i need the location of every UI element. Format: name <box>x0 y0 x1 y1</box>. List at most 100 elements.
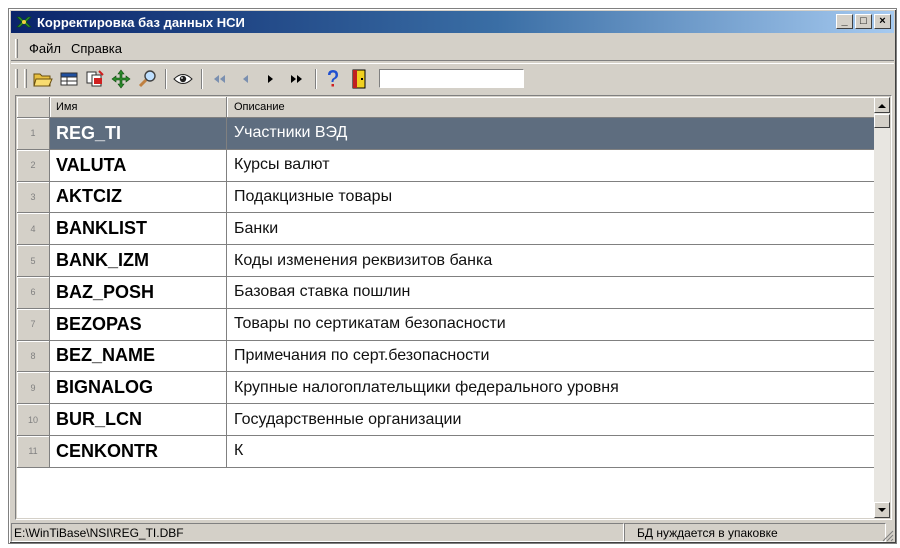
column-header-name[interactable]: Имя <box>50 97 227 118</box>
maximize-button[interactable]: □ <box>855 14 872 29</box>
cell-name[interactable]: VALUTA <box>50 149 227 182</box>
last-record-icon <box>291 74 302 83</box>
cell-description[interactable]: Крупные налогоплательщики федерального у… <box>227 372 874 405</box>
view-button[interactable] <box>171 68 195 90</box>
table-row[interactable]: 2 VALUTA Курсы валют <box>17 149 874 182</box>
table-row[interactable]: 3 AKTCIZ Подакцизные товары <box>17 181 874 214</box>
row-number[interactable]: 9 <box>17 372 50 405</box>
cell-name[interactable]: REG_TI <box>50 118 227 150</box>
window-title: Корректировка баз данных НСИ <box>37 14 245 30</box>
scroll-thumb[interactable] <box>874 114 890 128</box>
table-body: Имя Описание 1 REG_TI Участники ВЭД 2 VALUTA… <box>17 97 874 518</box>
help-icon <box>328 69 338 86</box>
cell-name[interactable]: BIGNALOG <box>50 372 227 405</box>
toolbar-search-input[interactable] <box>379 69 524 88</box>
copy-documents-icon <box>86 69 104 86</box>
cell-name[interactable]: BEZ_NAME <box>50 340 227 373</box>
help-button[interactable] <box>321 68 345 90</box>
table-row[interactable]: 6 BAZ_POSH Базовая ставка пошлин <box>17 277 874 309</box>
view-eye-icon <box>173 73 193 84</box>
row-number[interactable]: 2 <box>17 149 50 182</box>
cell-name[interactable]: AKTCIZ <box>50 181 227 214</box>
maximize-icon: □ <box>860 15 867 27</box>
scroll-down-button[interactable] <box>874 502 890 518</box>
toolbar-separator <box>315 68 317 89</box>
move-arrows-icon <box>111 69 131 88</box>
move-button[interactable] <box>109 68 133 90</box>
scroll-down-icon <box>878 507 886 512</box>
row-number[interactable]: 10 <box>17 404 50 436</box>
last-record-button[interactable] <box>285 68 309 90</box>
table-grid[interactable]: Имя Описание 1 REG_TI Участники ВЭД 2 VALUTA… <box>15 95 892 520</box>
row-number[interactable]: 11 <box>17 436 50 468</box>
toolbar-separator <box>165 68 167 89</box>
copy-documents-button[interactable] <box>83 68 107 90</box>
header-indicator-cell <box>17 97 50 118</box>
table-row[interactable]: 1 REG_TI Участники ВЭД <box>17 118 874 150</box>
cell-name[interactable]: BUR_LCN <box>50 404 227 436</box>
close-icon: × <box>879 15 886 27</box>
magnifier-icon <box>138 69 156 87</box>
cell-name[interactable]: CENKONTR <box>50 436 227 468</box>
table-row[interactable]: 10 BUR_LCN Государственные организации <box>17 404 874 436</box>
find-button[interactable] <box>135 68 159 90</box>
exit-door-icon <box>352 69 366 88</box>
first-record-button[interactable] <box>207 68 231 90</box>
grid-view-button[interactable] <box>57 68 81 90</box>
status-path: E:\WinTiBase\NSI\REG_TI.DBF <box>11 523 624 542</box>
cell-name[interactable]: BANK_IZM <box>50 245 227 277</box>
cell-description[interactable]: Коды изменения реквизитов банка <box>227 245 874 277</box>
next-record-button[interactable] <box>259 68 283 90</box>
vertical-scrollbar[interactable] <box>874 97 890 518</box>
scroll-up-icon <box>878 103 886 108</box>
cell-description[interactable]: Товары по сертикатам безопасности <box>227 308 874 341</box>
resize-grip-icon[interactable] <box>880 528 894 542</box>
cell-description[interactable]: Курсы валют <box>227 149 874 182</box>
status-message: БД нуждается в упаковке <box>624 523 886 542</box>
minimize-button[interactable]: _ <box>836 14 853 29</box>
row-number[interactable]: 8 <box>17 340 50 373</box>
cell-description[interactable]: Примечания по серт.безопасности <box>227 340 874 373</box>
table-row[interactable]: 7 BEZOPAS Товары по сертикатам безопасност… <box>17 308 874 341</box>
first-record-icon <box>214 74 225 83</box>
row-number[interactable]: 4 <box>17 213 50 246</box>
menu-file[interactable]: Файл <box>24 39 66 58</box>
menu-bar: Файл Справка <box>11 36 894 61</box>
column-header-description[interactable]: Описание <box>227 97 874 118</box>
cell-name[interactable]: BEZOPAS <box>50 308 227 341</box>
row-number[interactable]: 1 <box>17 118 50 150</box>
table-row[interactable]: 4 BANKLIST Банки <box>17 213 874 246</box>
cell-name[interactable]: BANKLIST <box>50 213 227 246</box>
menu-help[interactable]: Справка <box>66 39 127 58</box>
exit-button[interactable] <box>347 68 371 90</box>
table-header: Имя Описание <box>17 97 874 118</box>
row-number[interactable]: 5 <box>17 245 50 277</box>
table-row[interactable]: 5 BANK_IZM Коды изменения реквизитов банка <box>17 245 874 277</box>
table-row[interactable]: 11 CENKONTR К <box>17 436 874 468</box>
cell-description[interactable]: Участники ВЭД <box>227 118 874 150</box>
toolbar-separator <box>201 68 203 89</box>
toolbar-grip[interactable] <box>15 69 18 88</box>
row-number[interactable]: 7 <box>17 308 50 341</box>
minimize-icon: _ <box>841 15 848 27</box>
cell-description[interactable]: К <box>227 436 874 468</box>
cell-description[interactable]: Подакцизные товары <box>227 181 874 214</box>
close-button[interactable]: × <box>874 14 891 29</box>
title-bar[interactable]: Корректировка баз данных НСИ _ □ × <box>11 11 894 33</box>
row-number[interactable]: 3 <box>17 181 50 214</box>
toolbar <box>11 63 894 93</box>
scroll-up-button[interactable] <box>874 97 890 113</box>
app-icon[interactable] <box>15 13 33 31</box>
cell-description[interactable]: Базовая ставка пошлин <box>227 277 874 309</box>
menu-grip[interactable] <box>15 38 18 58</box>
open-folder-button[interactable] <box>31 68 55 90</box>
grid-view-icon <box>60 72 78 85</box>
row-number[interactable]: 6 <box>17 277 50 309</box>
toolbar-grip-2 <box>24 69 27 88</box>
cell-name[interactable]: BAZ_POSH <box>50 277 227 309</box>
table-row[interactable]: 8 BEZ_NAME Примечания по серт.безопасности <box>17 340 874 373</box>
table-row[interactable]: 9 BIGNALOG Крупные налогоплательщики федер… <box>17 372 874 405</box>
cell-description[interactable]: Банки <box>227 213 874 246</box>
prev-record-button[interactable] <box>233 68 257 90</box>
cell-description[interactable]: Государственные организации <box>227 404 874 436</box>
